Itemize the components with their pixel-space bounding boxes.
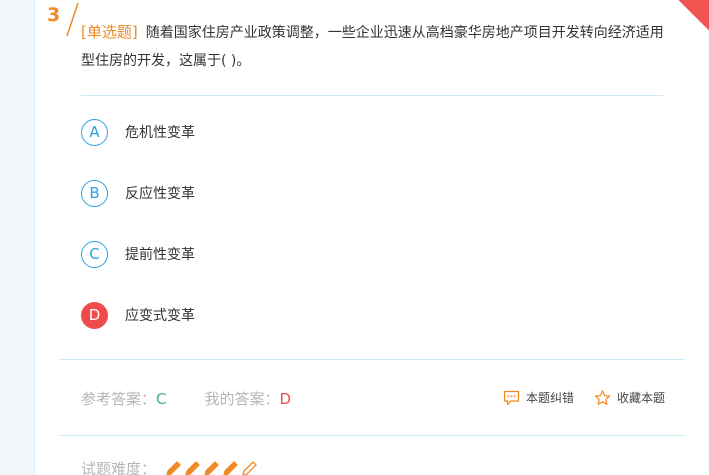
difficulty-rating: 试题难度： [81,458,259,475]
comment-icon [503,390,520,405]
report-error-label: 本题纠错 [526,391,575,405]
divider [59,435,685,436]
pencil-filled-icon [223,460,238,475]
pencil-filled-icon [204,460,219,475]
reference-answer-value: C [156,390,167,408]
my-answer-value: D [279,390,292,408]
divider [59,359,685,360]
reference-answer-label: 参考答案： [81,390,157,408]
question-number: 3 [47,4,61,26]
difficulty-pencils [164,460,259,475]
option-letter-badge: D [81,301,108,329]
option-a[interactable]: A 危机性变革 [81,117,381,147]
star-icon [594,389,611,405]
pencil-filled-icon [185,460,200,475]
question-card: 3 [单选题] 随着国家住房产业政策调整，一些企业迅速从高档豪华房地产项目开发转向… [34,0,709,475]
option-label: 提前性变革 [125,247,195,263]
divider [81,95,663,96]
option-b[interactable]: B 反应性变革 [81,178,381,208]
option-c[interactable]: C 提前性变革 [81,239,381,269]
question-stem: [单选题] 随着国家住房产业政策调整，一些企业迅速从高档豪华房地产项目开发转向经济… [81,18,671,75]
option-letter-badge: C [81,240,108,268]
option-letter-badge: B [81,179,108,207]
question-type-label: [单选题] [81,23,138,41]
favorite-button[interactable]: 收藏本题 [594,389,665,406]
option-letter-badge: A [81,118,108,146]
my-answer-label: 我的答案： [204,390,280,408]
wrong-answer-ribbon [672,0,709,34]
pencil-filled-icon [166,460,181,475]
report-error-button[interactable]: 本题纠错 [503,389,574,406]
option-label: 应变式变革 [125,308,195,324]
option-label: 危机性变革 [125,125,195,141]
difficulty-label: 试题难度： [81,460,157,475]
question-text: 随着国家住房产业政策调整，一些企业迅速从高档豪华房地产项目开发转向经济适用型住房… [81,25,664,69]
answer-summary: 参考答案：C 我的答案：D [81,388,291,409]
slash-decoration-icon [66,2,79,37]
favorite-label: 收藏本题 [617,391,666,405]
pencil-empty-icon [242,460,257,475]
option-d[interactable]: D 应变式变革 [81,300,381,330]
option-label: 反应性变革 [125,186,195,202]
